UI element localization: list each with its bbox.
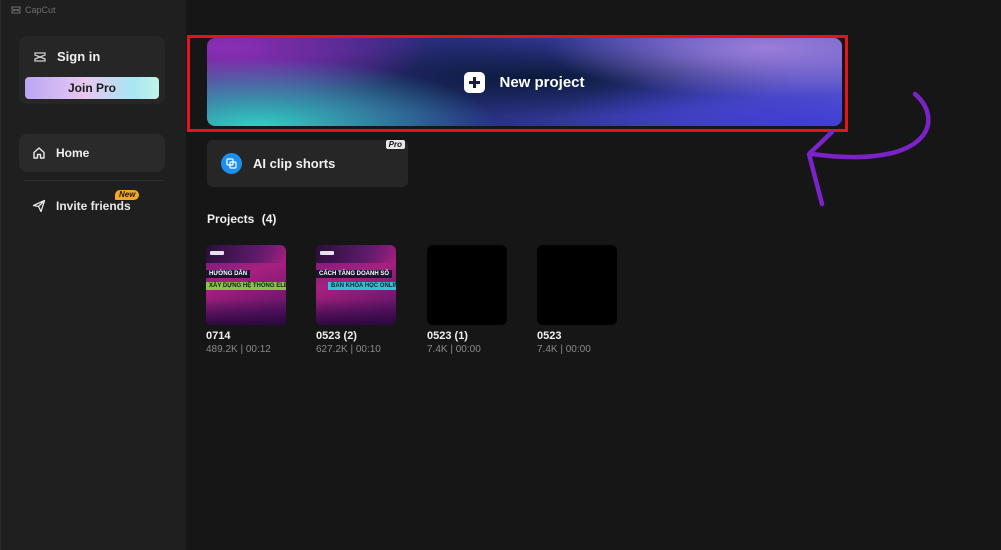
projects-heading: Projects (4): [207, 212, 276, 226]
thumbnail-title-line1: HƯỚNG DẪN: [206, 270, 251, 278]
new-project-label: New project: [499, 73, 585, 91]
sidebar: CapCut Sign in Join Pro Home Invite frie…: [0, 0, 186, 550]
join-pro-button[interactable]: Join Pro: [25, 77, 159, 99]
project-thumbnail: [537, 245, 617, 325]
project-name: 0523: [537, 330, 562, 342]
sidebar-item-invite-label: Invite friends: [56, 199, 131, 213]
sign-in-button[interactable]: Sign in: [33, 49, 100, 64]
thumbnail-logo: [320, 251, 334, 255]
project-meta: 7.4K | 00:00: [537, 344, 591, 355]
project-card[interactable]: 0523 7.4K | 00:00: [537, 245, 627, 355]
project-card[interactable]: HƯỚNG DẪN XÂY DỰNG HỆ THỐNG ELEARNIN 071…: [206, 245, 296, 355]
project-name: 0523 (2): [316, 330, 357, 342]
ai-clip-shorts-label: AI clip shorts: [253, 156, 336, 171]
project-card[interactable]: CÁCH TĂNG DOANH SỐ BÁN KHÓA HỌC ONLINE 0…: [316, 245, 406, 355]
account-card: Sign in Join Pro: [19, 36, 165, 104]
ai-clip-shorts-button[interactable]: AI clip shorts Pro: [207, 140, 408, 187]
projects-heading-label: Projects: [207, 212, 255, 226]
sidebar-item-invite-friends[interactable]: Invite friends: [19, 192, 165, 220]
sidebar-item-home-label: Home: [56, 146, 90, 160]
ai-clip-icon: [221, 153, 242, 174]
thumbnail-title-line1: CÁCH TĂNG DOANH SỐ: [316, 270, 392, 278]
plus-icon: [464, 71, 486, 93]
project-thumbnail: CÁCH TĂNG DOANH SỐ BÁN KHÓA HỌC ONLINE: [316, 245, 396, 325]
app-title: CapCut: [11, 5, 56, 15]
home-icon: [33, 147, 45, 159]
sign-in-label: Sign in: [57, 49, 101, 64]
app-title-text: CapCut: [25, 5, 56, 15]
project-name: 0523 (1): [427, 330, 468, 342]
thumbnail-title-line2: XÂY DỰNG HỆ THỐNG ELEARNIN: [206, 282, 286, 290]
thumbnail-logo: [210, 251, 224, 255]
send-icon: [32, 199, 46, 213]
pro-badge: Pro: [385, 140, 405, 149]
project-thumbnail: HƯỚNG DẪN XÂY DỰNG HỆ THỐNG ELEARNIN: [206, 245, 286, 325]
thumbnail-shade: [316, 299, 396, 325]
capcut-logo-icon: [11, 6, 21, 14]
sidebar-item-home[interactable]: Home: [19, 134, 165, 172]
project-meta: 489.2K | 00:12: [206, 344, 271, 355]
project-name: 0714: [206, 330, 231, 342]
annotation-arrow-icon: [806, 91, 931, 207]
capcut-account-icon: [34, 51, 46, 62]
thumbnail-title-line2: BÁN KHÓA HỌC ONLINE: [328, 282, 396, 290]
project-meta: 627.2K | 00:10: [316, 344, 381, 355]
project-thumbnail: [427, 245, 507, 325]
sidebar-divider: [23, 180, 163, 181]
new-project-button[interactable]: New project: [207, 38, 842, 126]
project-meta: 7.4K | 00:00: [427, 344, 481, 355]
project-card[interactable]: 0523 (1) 7.4K | 00:00: [427, 245, 517, 355]
thumbnail-shade: [206, 299, 286, 325]
new-badge: New: [115, 190, 140, 200]
projects-count: (4): [261, 212, 277, 226]
